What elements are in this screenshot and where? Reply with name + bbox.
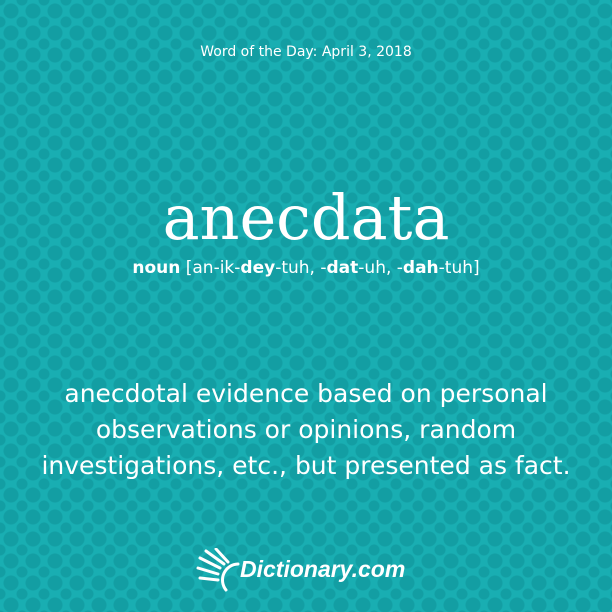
word-of-the-day-card: Word of the Day: April 3, 2018 anecdata … [0,0,612,612]
pron-seg: dat [326,258,359,278]
definition: anecdotal evidence based on personal obs… [41,379,571,480]
date-label: Word of the Day: April 3, 2018 [200,44,412,60]
pron-seg: dey [240,258,276,278]
pron-seg: -tuh, - [275,258,327,278]
dictionary-logo: Dictionary.com [196,548,416,594]
pron-seg: -uh, - [358,258,403,278]
part-of-speech: noun [132,258,181,278]
pron-seg: dah [402,258,439,278]
pronunciation-line: noun [an-ik-dey-tuh, -dat-uh, -dah-tuh] [0,258,612,278]
headword: anecdata [162,181,450,254]
logo-text: Dictionary.com [240,556,406,582]
pron-seg: -tuh] [438,258,480,278]
pron-seg: [an-ik- [180,258,241,278]
